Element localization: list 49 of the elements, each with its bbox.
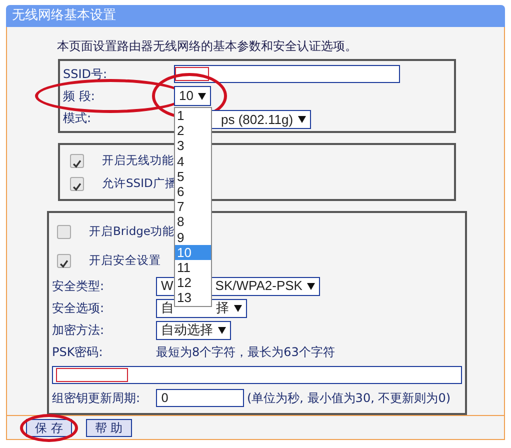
dropdown-option[interactable]: 1 (175, 108, 211, 124)
select-dropdown[interactable]: 自动选择 (156, 320, 231, 340)
dropdown-option[interactable]: 4 (175, 154, 211, 169)
field-label: 组密钥更新周期: (52, 390, 142, 408)
dropdown-option[interactable]: 3 (175, 138, 211, 154)
field-label: 安全类型: (52, 278, 106, 296)
dropdown-option[interactable]: 6 (175, 184, 211, 200)
field-label: 安全选项: (52, 300, 106, 318)
checkbox[interactable] (57, 224, 71, 239)
text-input[interactable] (174, 65, 400, 84)
description-text: 本页面设置路由器无线网络的基本参数和安全认证选项。 (57, 38, 358, 55)
form-button[interactable]: 保 存 (26, 418, 72, 437)
field-label: 模式: (63, 110, 92, 128)
checkbox-label: 开启无线功能 (102, 152, 174, 169)
form-button[interactable]: 帮 助 (86, 418, 132, 437)
field-label: 加密方法: (52, 322, 106, 340)
checkbox-label: 开启安全设置 (89, 252, 161, 269)
select-value: W (161, 277, 174, 296)
unit-note: (单位为秒, 最小值为30, 不更新则为0) (247, 390, 451, 408)
checkbox-label: 开启Bridge功能 (89, 222, 174, 240)
dropdown-arrow-icon (298, 116, 306, 124)
dropdown-arrow-icon (234, 304, 242, 312)
field-label: SSID号: (63, 66, 108, 84)
select-value: 自动选择 (161, 321, 213, 340)
dropdown-option[interactable]: 5 (175, 168, 211, 184)
dropdown-option[interactable]: 11 (175, 260, 211, 276)
checkbox[interactable] (70, 176, 84, 191)
select-value: SK/WPA2-PSK (215, 277, 302, 296)
dropdown-option[interactable]: 12 (175, 275, 211, 290)
checkbox[interactable] (70, 154, 84, 168)
select-dropdown[interactable]: 10 (174, 86, 212, 106)
dropdown-option[interactable]: 7 (175, 199, 211, 214)
select-value: 10 (179, 87, 194, 106)
checkbox[interactable] (57, 254, 71, 268)
select-value: 择 (216, 299, 229, 318)
dropdown-arrow-icon (198, 92, 206, 100)
dropdown-arrow-icon (218, 326, 226, 334)
input-value: 0 (161, 390, 169, 408)
dropdown-arrow-icon (307, 282, 316, 290)
select-value: 自 (161, 299, 174, 318)
text-input[interactable]: 0 (156, 389, 244, 408)
select-value: ps (802.11g) (221, 111, 294, 130)
field-label: PSK密码: (52, 344, 104, 362)
field-label: 频 段: (63, 88, 96, 106)
panel-title: 无线网络基本设置 (6, 5, 505, 27)
hint-text: 最短为8个字符，最长为63个字符 (156, 344, 335, 362)
dropdown-option[interactable]: 8 (175, 214, 211, 230)
dropdown-option[interactable]: 9 (175, 230, 211, 245)
password-input[interactable] (52, 366, 462, 384)
